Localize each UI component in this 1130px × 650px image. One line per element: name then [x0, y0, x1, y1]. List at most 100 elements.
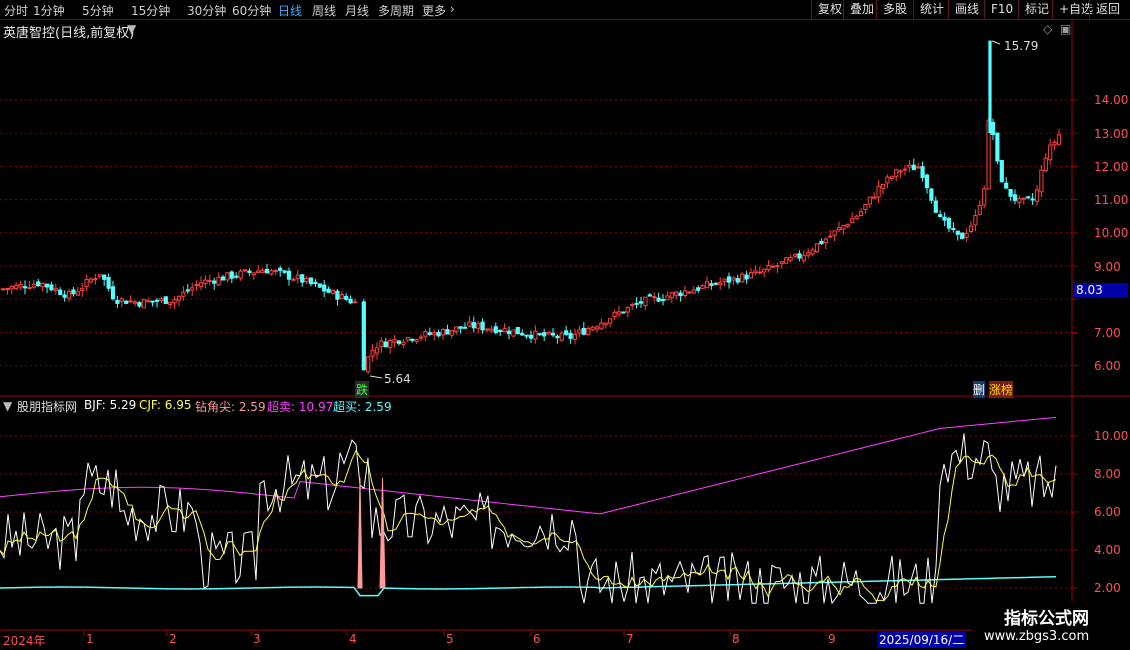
- candle-body: [418, 336, 424, 339]
- indicator-name: 股朋指标网: [17, 400, 78, 414]
- candle-body: [330, 290, 336, 294]
- candle-body: [748, 272, 754, 279]
- candle-body: [801, 254, 806, 261]
- candle-body: [828, 235, 833, 238]
- drill-spike-0: [357, 477, 363, 589]
- title-dropdown-icon[interactable]: ▼: [127, 22, 136, 36]
- candle-body: [458, 326, 463, 329]
- candle-body: [168, 301, 173, 306]
- candle-body: [555, 335, 560, 339]
- chaomai2-value: 超买: 2.59: [333, 400, 392, 414]
- candle-body: [788, 257, 793, 261]
- chaomai-value: 超卖: 10.97: [267, 400, 334, 414]
- candle-body: [665, 295, 670, 301]
- time-label-3: 3: [253, 632, 261, 646]
- candle-body: [71, 289, 76, 295]
- candle-body: [630, 304, 635, 307]
- candle-body: [603, 322, 608, 326]
- candle-body: [27, 287, 32, 290]
- candle-body: [132, 301, 138, 304]
- candle-body: [1021, 197, 1026, 200]
- candle-body: [308, 277, 314, 285]
- time-label-8: 8: [732, 632, 740, 646]
- candle-body: [779, 261, 784, 264]
- price-tick-10: 10.00: [1094, 226, 1129, 240]
- event-tag-b: 涨榜: [989, 381, 1014, 398]
- candle-body: [36, 281, 41, 287]
- candle-body: [832, 230, 837, 236]
- candle-body: [278, 267, 283, 271]
- candle-body: [44, 283, 50, 288]
- candle-body: [735, 278, 740, 283]
- candle-body: [110, 286, 116, 300]
- candle-body: [388, 340, 393, 348]
- candle-body: [700, 285, 705, 289]
- diamond-icon[interactable]: ◇: [1043, 22, 1052, 36]
- candle-body: [1008, 189, 1013, 197]
- candle-body: [511, 329, 516, 337]
- time-label-2024: 2024年: [3, 634, 46, 648]
- low-marker-arrow: [369, 375, 383, 379]
- candle-body: [163, 296, 168, 305]
- candle-body: [423, 331, 428, 337]
- candle-body: [823, 238, 828, 244]
- candle-body: [568, 332, 573, 339]
- candle-body: [586, 328, 591, 336]
- candle-body: [660, 299, 666, 302]
- candle-body: [810, 249, 815, 255]
- candle-body: [88, 278, 94, 283]
- candle-body: [784, 257, 789, 264]
- candle-body: [498, 329, 503, 332]
- candle-body: [445, 329, 450, 335]
- candle-body: [260, 270, 265, 273]
- high-price-label: 15.79: [1004, 39, 1039, 53]
- candle-body: [396, 340, 402, 344]
- candle-body: [524, 334, 529, 337]
- candle-body: [704, 281, 710, 289]
- candle-body: [212, 280, 217, 284]
- candle-body: [410, 338, 415, 341]
- candle-body: [185, 289, 190, 292]
- candle-body: [713, 282, 718, 285]
- candle-body: [344, 295, 349, 300]
- ind-tick-4: 4.00: [1094, 543, 1121, 557]
- time-label-9: 9: [828, 632, 836, 646]
- candle-body: [863, 204, 868, 211]
- candle-body: [154, 299, 160, 302]
- candle-body: [31, 283, 36, 288]
- candle-body: [1034, 189, 1040, 202]
- candle-body: [220, 276, 226, 281]
- price-tick-6: 6.00: [1094, 359, 1121, 373]
- candle-body: [264, 268, 270, 274]
- candle-body: [916, 166, 921, 169]
- candle-body: [616, 311, 622, 315]
- candle-body: [753, 270, 758, 274]
- event-tag-a: 删: [973, 381, 986, 398]
- candle-body: [806, 252, 811, 256]
- candle-body: [599, 322, 604, 330]
- candle-body: [383, 341, 388, 348]
- candle-body: [194, 283, 199, 286]
- candle-body: [1048, 144, 1053, 161]
- candle-body: [207, 279, 212, 282]
- window-icon[interactable]: ▣: [1060, 22, 1071, 36]
- candle-body: [854, 215, 859, 220]
- candle-body: [572, 333, 578, 340]
- candle-body: [273, 269, 278, 272]
- candle-body: [1026, 196, 1031, 199]
- candle-body: [62, 294, 67, 298]
- candle-body: [876, 185, 881, 198]
- candle-body: [924, 174, 930, 189]
- candle-body: [880, 183, 886, 189]
- candle-body: [836, 227, 842, 231]
- candle-body: [229, 271, 234, 279]
- chart-canvas[interactable]: [0, 0, 1130, 650]
- candle-body: [150, 300, 155, 303]
- candle-body: [247, 270, 252, 273]
- indicator-dropdown-icon[interactable]: ▼: [3, 399, 12, 413]
- candle-body: [176, 295, 182, 301]
- candle-body: [190, 287, 195, 291]
- candle-body: [181, 291, 186, 297]
- candle-body: [172, 299, 177, 304]
- candle-body: [198, 282, 204, 288]
